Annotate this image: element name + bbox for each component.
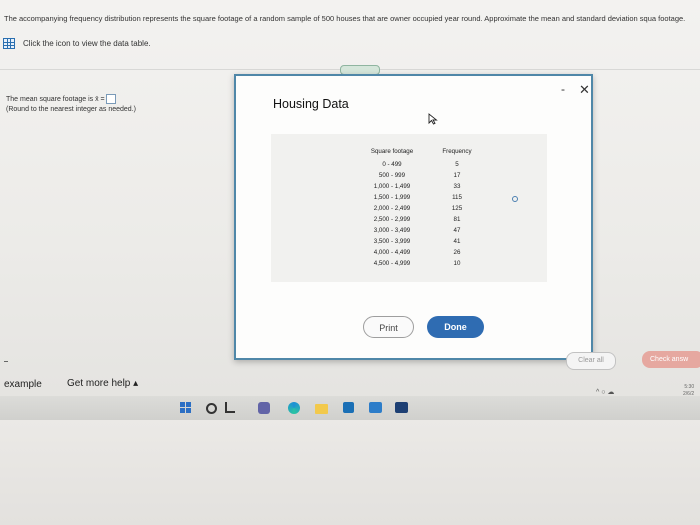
done-button[interactable]: Done — [427, 316, 484, 338]
square-footage-cell: 500 - 999 — [378, 172, 406, 179]
store-icon[interactable] — [343, 402, 354, 413]
square-footage-cell: 2,000 - 2,499 — [373, 205, 411, 212]
question-prompt: The accompanying frequency distribution … — [4, 14, 686, 23]
square-footage-cell: 1,500 - 1,999 — [373, 194, 411, 201]
laptop-bezel — [0, 420, 700, 525]
frequency-cell: 33 — [453, 183, 461, 190]
cursor-icon — [428, 113, 438, 125]
task-view-icon[interactable] — [225, 402, 235, 413]
table-row: 0 - 499 5 — [357, 159, 487, 170]
square-footage-cell: 4,500 - 4,999 — [373, 260, 411, 267]
dialog-title: Housing Data — [273, 97, 349, 111]
table-row: 3,500 - 3,999 41 — [357, 236, 487, 247]
mean-answer-input[interactable] — [105, 94, 116, 104]
frequency-cell: 17 — [453, 172, 461, 179]
column-header-square-footage: Square footage — [370, 148, 414, 155]
frequency-cell: 41 — [453, 238, 461, 245]
table-row: 3,000 - 3,499 47 — [357, 225, 487, 236]
app-screen: The accompanying frequency distribution … — [0, 0, 700, 412]
print-button[interactable]: Print — [363, 316, 414, 338]
column-header-frequency: Frequency — [442, 148, 472, 155]
data-table-link-label: Click the icon to view the data table. — [23, 39, 151, 48]
frequency-cell: 81 — [453, 216, 461, 223]
minimize-button[interactable]: - — [561, 82, 565, 96]
data-table-link[interactable]: Click the icon to view the data table. — [3, 38, 151, 49]
table-row: 500 - 999 17 — [357, 170, 487, 181]
data-table-panel: Square footage Frequency 0 - 499 5 500 - 9… — [271, 134, 547, 282]
clock[interactable]: 5:30 2/6/2 — [683, 384, 694, 398]
mean-line-label: The mean square footage is x̄ = — [6, 95, 105, 103]
clock-date: 2/6/2 — [683, 391, 695, 397]
left-dash — [4, 361, 8, 362]
table-icon[interactable] — [3, 38, 15, 49]
table-row: 4,500 - 4,999 10 — [357, 258, 487, 269]
copy-data-icon[interactable] — [512, 196, 518, 202]
view-example-link[interactable]: example — [4, 379, 42, 390]
frequency-cell: 5 — [455, 161, 459, 168]
square-footage-cell: 3,500 - 3,999 — [373, 238, 411, 245]
mail-icon[interactable] — [369, 402, 382, 413]
system-tray[interactable]: ^ ○ ☁ — [596, 388, 614, 396]
square-footage-cell: 0 - 499 — [382, 161, 402, 168]
frequency-table-body: 0 - 499 5 500 - 999 17 1,000 - 1,499 33 1,500 … — [357, 159, 487, 269]
clear-all-button[interactable]: Clear all — [566, 352, 616, 370]
frequency-cell: 125 — [451, 205, 463, 212]
clock-time: 5:30 — [684, 384, 695, 390]
search-icon[interactable] — [206, 403, 217, 414]
frequency-cell: 47 — [453, 227, 461, 234]
rounding-note: (Round to the nearest integer as needed.… — [6, 105, 136, 113]
app-icon[interactable] — [395, 402, 408, 413]
square-footage-cell: 3,000 - 3,499 — [373, 227, 411, 234]
answer-area: The mean square footage is x̄ = (Round t… — [6, 94, 136, 115]
table-row: 2,500 - 2,999 81 — [357, 214, 487, 225]
table-row: 2,000 - 2,499 125 — [357, 203, 487, 214]
windows-icon[interactable] — [180, 402, 191, 413]
check-answer-button[interactable]: Check answ — [642, 351, 700, 368]
square-footage-cell: 2,500 - 2,999 — [373, 216, 411, 223]
frequency-table: Square footage Frequency 0 - 499 5 500 - 9… — [357, 148, 487, 269]
get-more-help-button[interactable]: Get more help ▴ — [67, 378, 138, 389]
square-footage-cell: 4,000 - 4,499 — [373, 249, 411, 256]
frequency-cell: 115 — [452, 194, 462, 201]
file-explorer-icon[interactable] — [315, 404, 328, 414]
table-row: 4,000 - 4,499 26 — [357, 247, 487, 258]
frequency-cell: 26 — [453, 249, 461, 256]
teams-icon[interactable] — [258, 402, 270, 414]
square-footage-cell: 1,000 - 1,499 — [373, 183, 411, 190]
table-row: 1,000 - 1,499 33 — [357, 181, 487, 192]
housing-data-dialog: Housing Data - ✕ Square footage Frequenc… — [234, 74, 593, 360]
frequency-cell: 10 — [453, 260, 461, 267]
edge-icon[interactable] — [288, 402, 300, 414]
help-caret-icon: ▴ — [133, 378, 139, 389]
close-button[interactable]: ✕ — [579, 82, 590, 98]
table-row: 1,500 - 1,999 115 — [357, 192, 487, 203]
get-more-help-label: Get more help — [67, 378, 131, 389]
